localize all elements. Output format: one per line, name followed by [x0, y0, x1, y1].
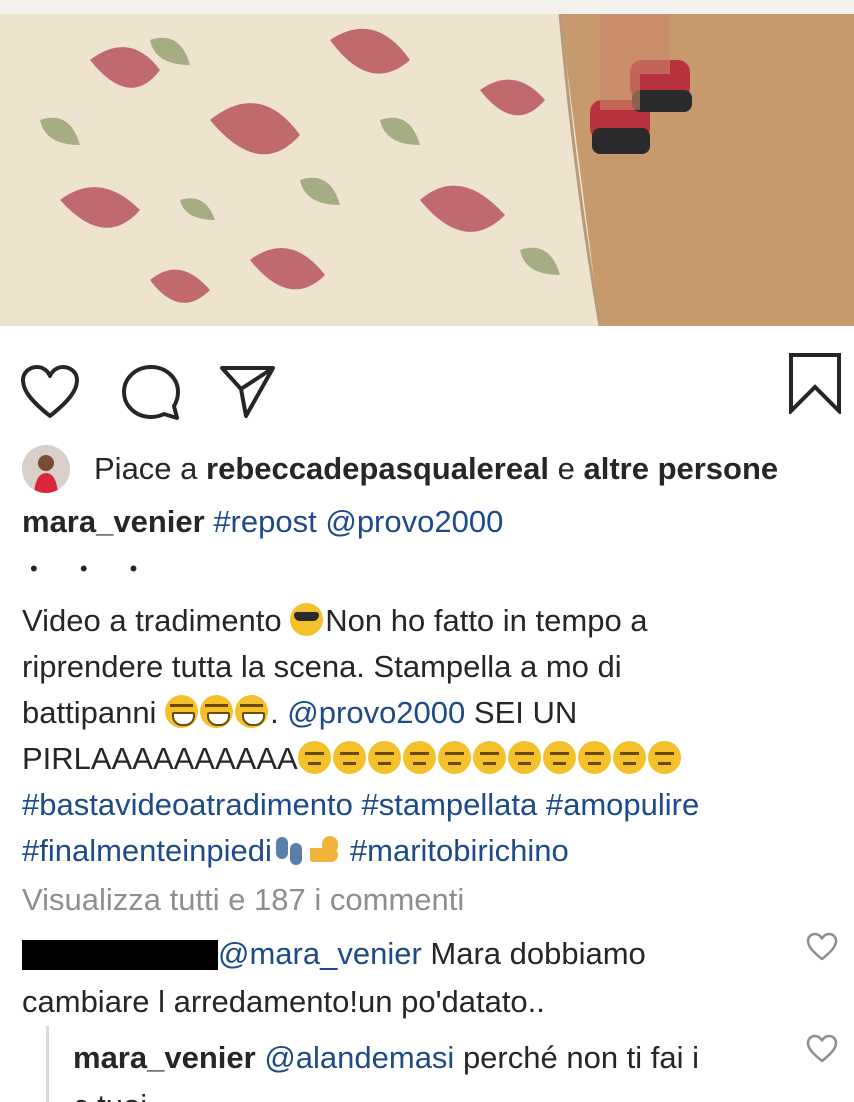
photo-image	[0, 0, 854, 326]
send-icon[interactable]	[218, 362, 276, 420]
reply-mention[interactable]: @alandemasi	[264, 1040, 454, 1075]
comment-line-2: cambiare l arredamento!un po'datato..	[22, 984, 545, 1019]
likes-row: Piace a rebeccadepasqualereal e altre pe…	[22, 444, 842, 494]
angry-emoji-icon	[297, 741, 331, 774]
footprints-emoji-icon	[272, 835, 306, 865]
caption-text: .	[270, 695, 288, 730]
caption-line-6: #finalmenteinpiedi #maritobirichino	[22, 828, 842, 874]
caption-more-dots: • • •	[30, 556, 156, 581]
instagram-post: Piace a rebeccadepasqualereal e altre pe…	[0, 0, 854, 1102]
caption-line-3: battipanni . @provo2000 SEI UN	[22, 690, 842, 736]
angry-emoji-icon	[507, 741, 541, 774]
bookmark-icon[interactable]	[788, 352, 842, 414]
reply-like-heart-icon[interactable]	[806, 1034, 838, 1064]
comment-line-1: @mara_venier Mara dobbiamo	[22, 930, 782, 978]
comment-like-heart-icon[interactable]	[806, 932, 838, 962]
angry-emoji-icon	[332, 741, 366, 774]
comment-mention[interactable]: @mara_venier	[218, 936, 422, 971]
hashtag-link[interactable]: #finalmenteinpiedi	[22, 833, 272, 868]
caption-text: Non ho fatto in tempo a	[325, 603, 648, 638]
avatar-image	[22, 445, 70, 493]
redacted-username	[22, 940, 218, 970]
reply-username[interactable]: mara_venier	[73, 1040, 256, 1075]
caption-text: Video a tradimento	[22, 603, 291, 638]
reply-comment: mara_venier @alandemasi perché non ti fa…	[73, 1034, 789, 1102]
comment-icon[interactable]	[122, 364, 180, 422]
hashtag-link[interactable]: #maritobirichino	[350, 833, 569, 868]
reply-thread: mara_venier @alandemasi perché non ti fa…	[46, 1026, 789, 1102]
caption-header: mara_venier #repost @provo2000	[22, 504, 503, 540]
view-all-comments-link[interactable]: Visualizza tutti e 187 i commenti	[22, 882, 464, 918]
likes-user-link[interactable]: rebeccadepasqualereal	[206, 451, 549, 486]
caption-hashtag-repost[interactable]: #repost	[213, 504, 316, 539]
caption-line-2: riprendere tutta la scena. Stampella a m…	[22, 649, 622, 684]
caption-mention-2[interactable]: @provo2000	[287, 695, 465, 730]
action-bar	[0, 326, 854, 436]
angry-emoji-icon	[367, 741, 401, 774]
caption-line-4: PIRLAAAAAAAAAA	[22, 736, 842, 782]
laughing-emoji-icon	[235, 695, 269, 728]
avatar[interactable]	[22, 445, 70, 493]
likes-others-link[interactable]: altre persone	[583, 451, 778, 486]
caption-text: SEI UN	[465, 695, 578, 730]
caption-username[interactable]: mara_venier	[22, 504, 205, 539]
reply-line-2: c tuoi	[73, 1082, 789, 1102]
angry-emoji-icon	[647, 741, 681, 774]
comment-text: Mara dobbiamo	[421, 936, 646, 971]
caption-mention[interactable]: @provo2000	[325, 504, 503, 539]
angry-emoji-icon	[472, 741, 506, 774]
angry-emoji-icon	[612, 741, 646, 774]
angry-emoji-icon	[577, 741, 611, 774]
caption-text: battipanni	[22, 695, 166, 730]
sunglasses-emoji-icon	[290, 603, 324, 636]
post-photo[interactable]	[0, 0, 854, 326]
caption-hashtags-line[interactable]: #bastavideoatradimento #stampellata #amo…	[22, 782, 842, 828]
laughing-emoji-icon	[165, 695, 199, 728]
reply-text: perché non ti fai i	[454, 1040, 700, 1075]
laughing-emoji-icon	[200, 695, 234, 728]
reply-line-1: mara_venier @alandemasi perché non ti fa…	[73, 1034, 789, 1082]
angry-emoji-icon	[437, 741, 471, 774]
angry-emoji-icon	[542, 741, 576, 774]
likes-connector: e	[557, 451, 575, 486]
likes-prefix: Piace a	[94, 451, 198, 486]
caption-body: Video a tradimento Non ho fatto in tempo…	[22, 598, 842, 874]
flexed-biceps-emoji-icon	[308, 834, 342, 866]
heart-icon[interactable]	[20, 364, 80, 420]
caption-text: PIRLAAAAAAAAAA	[22, 741, 298, 776]
caption-line-1: Video a tradimento Non ho fatto in tempo…	[22, 598, 842, 644]
comment: @mara_venier Mara dobbiamo cambiare l ar…	[22, 930, 782, 1026]
angry-emoji-icon	[402, 741, 436, 774]
